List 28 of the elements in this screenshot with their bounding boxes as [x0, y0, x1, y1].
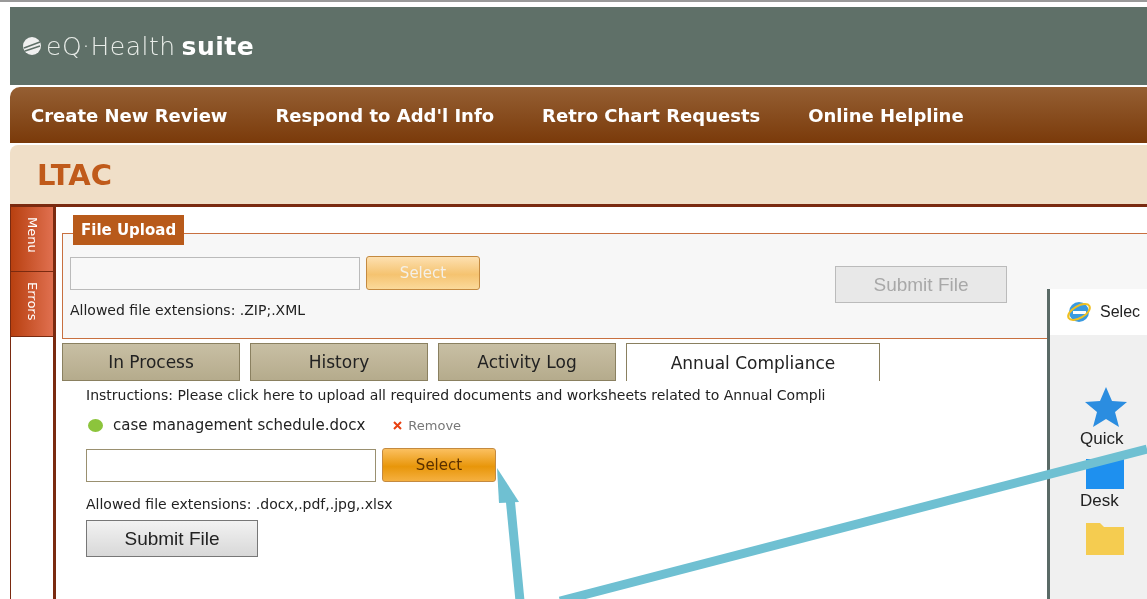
allowed-extensions: Allowed file extensions: .docx,.pdf,.jpg,.xlsx: [86, 496, 393, 512]
close-icon: [393, 420, 403, 430]
side-tab[interactable]: Menu: [11, 207, 53, 272]
logo-text: eQ·Health suite: [46, 31, 255, 61]
page-title: LTAC: [37, 157, 112, 192]
tab[interactable]: Annual Compliance: [626, 343, 880, 381]
nav-link[interactable]: Respond to Add'l Info: [275, 104, 495, 126]
tab[interactable]: In Process: [62, 343, 240, 381]
file-name: case management schedule.docx: [113, 416, 366, 434]
browser-icon: [1066, 299, 1092, 325]
nav-link[interactable]: Retro Chart Requests: [542, 104, 761, 126]
select-button[interactable]: Select: [382, 448, 496, 482]
tab[interactable]: Activity Log: [438, 343, 616, 381]
place-label[interactable]: Quick: [1080, 429, 1124, 449]
panel-legend: File Upload: [73, 215, 185, 245]
tab[interactable]: History: [250, 343, 428, 381]
allowed-extensions: Allowed file extensions: .ZIP;.XML: [70, 302, 306, 318]
logo-icon: [22, 36, 42, 56]
file-field[interactable]: [86, 448, 376, 482]
nav-link[interactable]: Create New Review: [31, 104, 228, 126]
side-tab[interactable]: Errors: [11, 272, 53, 337]
remove-link[interactable]: Remove: [393, 417, 462, 433]
place-label[interactable]: Desk: [1080, 491, 1119, 511]
submit-file-button[interactable]: Submit File: [86, 520, 258, 557]
dialog-title: Selec: [1100, 303, 1141, 321]
nav-link[interactable]: Online Helpline: [808, 104, 964, 126]
star-icon: [1084, 385, 1128, 429]
instructions-text: Instructions: Please click here to upload all required documents and worksheets related to Annual Compli: [86, 387, 827, 403]
